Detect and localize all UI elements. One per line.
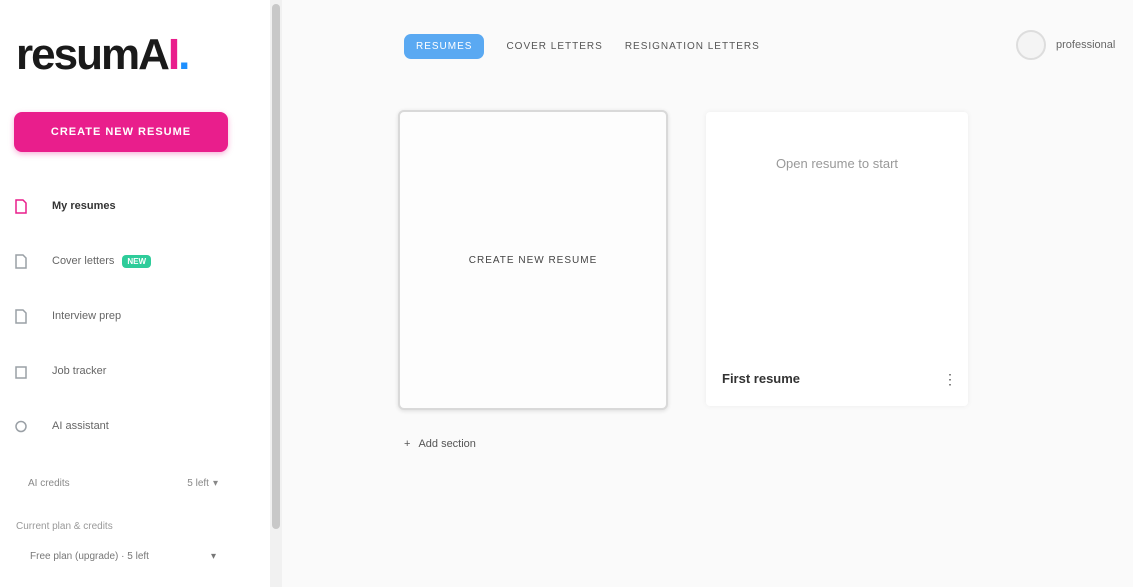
plan-label: Current plan & credits [16,521,113,532]
create-card-label: Create new resume [468,254,598,266]
create-resume-card[interactable]: Create new resume [398,110,668,410]
logo-dot: . [178,30,190,79]
plus-icon: + [404,438,411,450]
user-name: professional [1056,39,1116,51]
sidebar-item-ai-assistant[interactable]: AI assistant [14,414,254,438]
plan-selector[interactable]: Free plan (upgrade) · 5 left ▾ [30,551,216,562]
logo-i: I [167,30,180,79]
document-icon [14,253,28,269]
sidebar: resumAI. Create new resume My resumes Co… [0,0,270,587]
resume-hint: Open resume to start [775,156,899,171]
sidebar-item-label: AI assistant [52,420,109,432]
briefcase-icon [14,363,28,379]
chevron-down-icon: ▾ [212,478,218,489]
user-menu[interactable]: professional [1016,30,1115,60]
credits-value[interactable]: 5 left ▾ [187,478,218,489]
tab-resumes[interactable]: Resumes [404,34,485,59]
resume-card[interactable]: Open resume to start First resume ⋮ [706,112,968,406]
avatar [1016,30,1046,60]
logo-text: resumA [16,30,170,79]
add-section-button[interactable]: + Add section [404,438,476,450]
sidebar-item-label: My resumes [52,200,116,212]
credits-label: AI credits [28,478,70,489]
sidebar-item-job-tracker[interactable]: Job tracker [14,359,254,383]
tab-resignation-letters[interactable]: Resignation letters [625,41,760,52]
sparkle-icon [14,418,28,434]
kebab-menu-icon[interactable]: ⋮ [943,370,957,388]
app-logo[interactable]: resumAI. [16,30,190,80]
chevron-down-icon: ▾ [210,551,216,562]
document-tabs: Resumes Cover letters Resignation letter… [404,34,760,59]
sidebar-item-interview-prep[interactable]: Interview prep [14,304,254,328]
credits-row: AI credits 5 left ▾ [28,478,218,489]
resume-name: First resume [722,371,801,386]
tab-cover-letters[interactable]: Cover letters [506,41,602,52]
sidebar-item-label: Job tracker [52,365,107,377]
chat-icon [14,308,28,324]
sidebar-item-my-resumes[interactable]: My resumes [14,194,254,218]
file-icon [14,198,28,214]
sidebar-scrollbar[interactable] [272,4,280,529]
credits-count: 5 left [187,478,209,489]
sidebar-item-cover-letters[interactable]: Cover letters NEW [14,249,254,273]
sidebar-item-label: Interview prep [52,310,122,322]
create-resume-button[interactable]: Create new resume [14,112,228,152]
plan-value: Free plan (upgrade) · 5 left [30,551,149,562]
new-badge: NEW [122,254,152,268]
sidebar-item-label: Cover letters [52,255,115,267]
add-section-label: Add section [418,438,476,450]
